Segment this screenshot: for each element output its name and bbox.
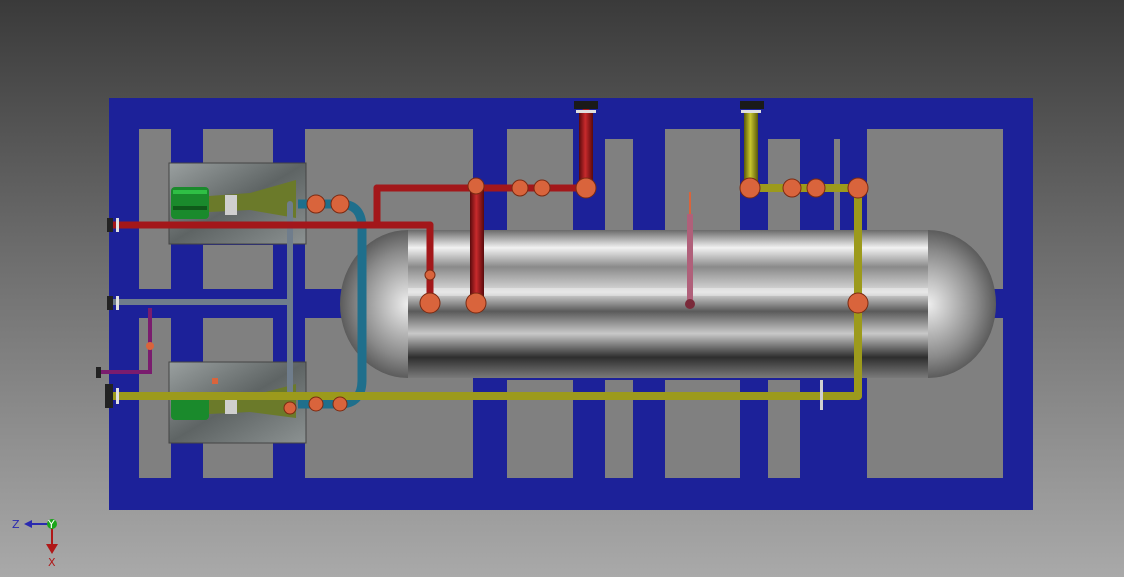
valve-yellow-vessel[interactable] bbox=[847, 292, 869, 314]
yellow-pipe-end-cap bbox=[105, 384, 113, 408]
valve-red-drop-2[interactable] bbox=[465, 292, 487, 314]
pump-lower[interactable] bbox=[168, 361, 307, 444]
valve-red-riser[interactable] bbox=[575, 177, 597, 199]
steel-pipe-end-cap bbox=[107, 296, 113, 310]
x-axis-label: X bbox=[48, 556, 56, 569]
valve-upper-discharge-1[interactable] bbox=[306, 194, 326, 214]
red-pipe-riser[interactable] bbox=[579, 110, 593, 188]
yellow-pipe-flange bbox=[820, 380, 823, 410]
red-nozzle-cap bbox=[574, 101, 598, 109]
valve-red-line-1[interactable] bbox=[511, 179, 529, 197]
cad-viewport[interactable] bbox=[0, 0, 1124, 577]
y-axis-label: Y bbox=[47, 518, 55, 531]
z-axis-arrow bbox=[24, 520, 32, 528]
red-pipe-end-cap bbox=[107, 218, 113, 232]
valve-lower-discharge-1[interactable] bbox=[308, 396, 324, 412]
valve-upper-discharge-2[interactable] bbox=[330, 194, 350, 214]
red-pipe-drop[interactable] bbox=[470, 186, 484, 306]
z-axis-label: Z bbox=[12, 518, 20, 531]
valve-red-line-2[interactable] bbox=[533, 179, 551, 197]
valve-red-tee[interactable] bbox=[467, 177, 485, 195]
valve-lower-suction[interactable] bbox=[283, 401, 297, 415]
valve-yellow-line-2[interactable] bbox=[806, 178, 826, 198]
view-triad[interactable]: Z Y X bbox=[10, 512, 70, 572]
pump-upper[interactable] bbox=[168, 162, 307, 245]
valve-red-drop-1[interactable] bbox=[419, 292, 441, 314]
valve-lower-discharge-2[interactable] bbox=[332, 396, 348, 412]
x-axis-arrow bbox=[46, 544, 58, 554]
valve-yellow-elbow[interactable] bbox=[847, 177, 869, 199]
yellow-pipe-riser[interactable] bbox=[744, 110, 758, 188]
purple-pipe-end-cap bbox=[96, 367, 101, 378]
yellow-nozzle-cap bbox=[740, 101, 764, 109]
valve-red-small[interactable] bbox=[424, 269, 436, 281]
purple-valve[interactable] bbox=[146, 342, 154, 350]
valve-yellow-riser[interactable] bbox=[739, 177, 761, 199]
valve-yellow-line-1[interactable] bbox=[782, 178, 802, 198]
